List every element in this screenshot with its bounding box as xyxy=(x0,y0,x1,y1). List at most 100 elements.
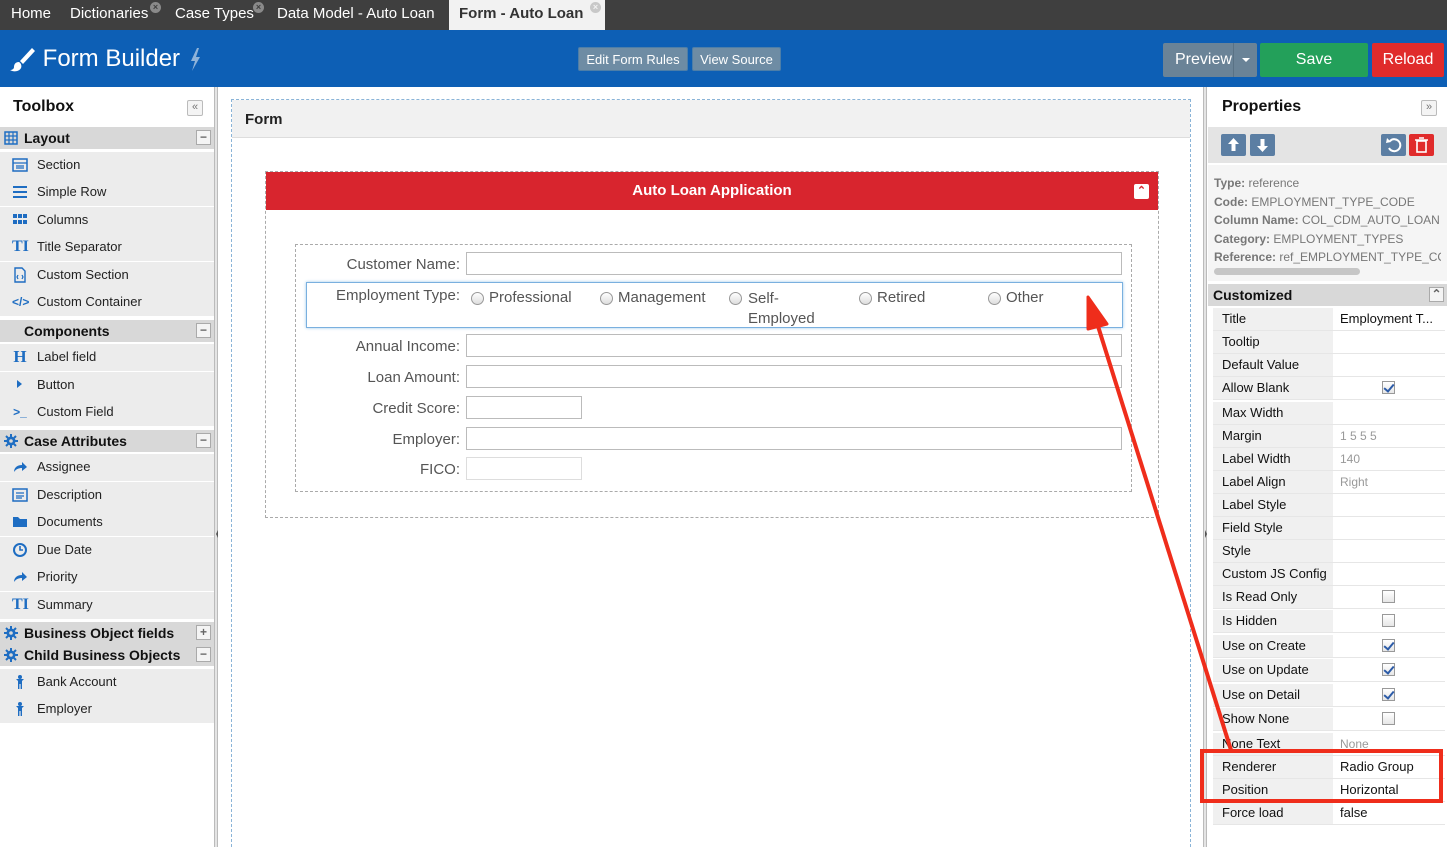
toolbox-item-section[interactable]: Section xyxy=(0,152,214,179)
left-splitter[interactable] xyxy=(214,87,218,847)
group-case-attributes[interactable]: Case Attributes − xyxy=(0,430,214,452)
property-row[interactable]: Label Align Right xyxy=(1213,471,1445,494)
expand-group-button[interactable]: + xyxy=(196,625,211,640)
radio-management[interactable]: Management xyxy=(600,289,706,306)
property-row[interactable]: Is Read Only xyxy=(1213,586,1445,609)
property-value[interactable] xyxy=(1334,563,1445,585)
toolbox-item-bank-account[interactable]: Bank Account xyxy=(0,669,214,696)
property-value[interactable]: false xyxy=(1334,802,1445,824)
employer-input[interactable] xyxy=(466,427,1122,450)
group-components[interactable]: Components − xyxy=(0,320,214,342)
toolbox-item-due-date[interactable]: Due Date xyxy=(0,537,214,564)
property-row[interactable]: Tooltip xyxy=(1213,331,1445,354)
property-row[interactable]: Title Employment T... xyxy=(1213,308,1445,331)
credit-score-input[interactable] xyxy=(466,396,582,419)
reset-button[interactable] xyxy=(1381,134,1406,156)
property-checkbox[interactable] xyxy=(1382,639,1395,652)
group-child-business-objects[interactable]: Child Business Objects − xyxy=(0,644,214,666)
properties-collapse-button[interactable]: » xyxy=(1421,100,1437,116)
collapse-group-button[interactable]: − xyxy=(196,647,211,662)
radio-other[interactable]: Other xyxy=(988,289,1044,306)
collapse-section-icon[interactable]: ⌃ xyxy=(1134,184,1149,199)
property-value[interactable] xyxy=(1334,354,1445,376)
group-business-object-fields[interactable]: Business Object fields + xyxy=(0,622,214,644)
property-checkbox[interactable] xyxy=(1382,688,1395,701)
property-row[interactable]: Use on Update xyxy=(1213,659,1445,682)
property-value[interactable] xyxy=(1334,540,1445,562)
property-row[interactable]: Custom JS Config xyxy=(1213,563,1445,586)
property-row[interactable]: Use on Create xyxy=(1213,635,1445,658)
tab-home[interactable]: Home xyxy=(11,0,61,30)
collapse-group-button[interactable]: − xyxy=(196,433,211,448)
property-row[interactable]: Default Value xyxy=(1213,354,1445,377)
property-checkbox[interactable] xyxy=(1382,590,1395,603)
property-value[interactable] xyxy=(1334,708,1445,730)
property-row[interactable]: Force load false xyxy=(1213,802,1445,825)
toolbox-item-columns[interactable]: Columns xyxy=(0,207,214,234)
fico-input[interactable] xyxy=(466,457,582,480)
view-source-button[interactable]: View Source xyxy=(692,47,781,71)
toolbox-item-button[interactable]: Button xyxy=(0,372,214,399)
annual-income-input[interactable] xyxy=(466,334,1122,357)
property-value[interactable]: Right xyxy=(1334,471,1445,493)
delete-button[interactable] xyxy=(1409,134,1434,156)
collapse-section-button[interactable]: ⌃ xyxy=(1429,287,1444,302)
property-value[interactable] xyxy=(1334,684,1445,706)
property-value[interactable]: Employment T... xyxy=(1334,308,1445,330)
right-splitter[interactable] xyxy=(1203,87,1207,847)
property-value[interactable] xyxy=(1334,610,1445,632)
property-value[interactable] xyxy=(1334,659,1445,681)
preview-button[interactable]: Preview xyxy=(1163,43,1257,77)
loan-amount-input[interactable] xyxy=(466,365,1122,388)
toolbox-item-employer[interactable]: Employer xyxy=(0,696,214,723)
collapse-group-button[interactable]: − xyxy=(196,323,211,338)
property-row[interactable]: Field Style xyxy=(1213,517,1445,540)
toolbox-item-documents[interactable]: Documents xyxy=(0,509,214,536)
property-value[interactable] xyxy=(1334,517,1445,539)
save-button[interactable]: Save xyxy=(1260,43,1368,77)
property-row[interactable]: Max Width xyxy=(1213,402,1445,425)
toolbox-item-simple-row[interactable]: Simple Row xyxy=(0,179,214,206)
tab-data-model[interactable]: Data Model - Auto Loan xyxy=(277,0,442,30)
close-icon[interactable]: × xyxy=(253,2,264,13)
radio-retired[interactable]: Retired xyxy=(859,289,925,306)
property-row[interactable]: Label Style xyxy=(1213,494,1445,517)
property-value[interactable] xyxy=(1334,377,1445,399)
toolbox-item-priority[interactable]: Priority xyxy=(0,564,214,591)
property-value[interactable]: 140 xyxy=(1334,448,1445,470)
property-value[interactable] xyxy=(1334,586,1445,608)
toolbox-item-description[interactable]: Description xyxy=(0,482,214,509)
customized-section-header[interactable]: Customized ⌃ xyxy=(1208,284,1447,306)
collapse-group-button[interactable]: − xyxy=(196,130,211,145)
toolbox-item-assignee[interactable]: Assignee xyxy=(0,454,214,481)
property-checkbox[interactable] xyxy=(1382,614,1395,627)
toolbox-item-custom-container[interactable]: </> Custom Container xyxy=(0,289,214,316)
property-value[interactable] xyxy=(1334,402,1445,424)
group-layout[interactable]: Layout − xyxy=(0,127,214,149)
edit-form-rules-button[interactable]: Edit Form Rules xyxy=(578,47,688,71)
property-row[interactable]: Style xyxy=(1213,540,1445,563)
tab-dictionaries[interactable]: Dictionaries × xyxy=(70,0,166,30)
toolbox-item-title-separator[interactable]: TI Title Separator xyxy=(0,234,214,261)
toolbox-item-label-field[interactable]: H Label field xyxy=(0,344,214,371)
toolbox-item-custom-field[interactable]: >_ Custom Field xyxy=(0,399,214,426)
property-value[interactable] xyxy=(1334,331,1445,353)
close-icon[interactable]: × xyxy=(590,2,601,13)
move-down-button[interactable] xyxy=(1250,134,1275,156)
reload-button[interactable]: Reload xyxy=(1372,43,1444,77)
property-checkbox[interactable] xyxy=(1382,712,1395,725)
property-row[interactable]: Show None xyxy=(1213,708,1445,731)
move-up-button[interactable] xyxy=(1221,134,1246,156)
customer-name-input[interactable] xyxy=(466,252,1122,275)
property-checkbox[interactable] xyxy=(1382,381,1395,394)
preview-dropdown[interactable] xyxy=(1233,43,1257,77)
property-value[interactable]: 1 5 5 5 xyxy=(1334,425,1445,447)
tab-case-types[interactable]: Case Types × xyxy=(175,0,265,30)
property-row[interactable]: Is Hidden xyxy=(1213,610,1445,633)
radio-self-employed[interactable]: Self- Employed xyxy=(729,289,829,329)
property-row[interactable]: Allow Blank xyxy=(1213,377,1445,400)
close-icon[interactable]: × xyxy=(150,2,161,13)
toolbox-collapse-button[interactable]: « xyxy=(187,100,203,116)
toolbox-item-custom-section[interactable]: Custom Section xyxy=(0,262,214,289)
property-row[interactable]: Use on Detail xyxy=(1213,684,1445,707)
